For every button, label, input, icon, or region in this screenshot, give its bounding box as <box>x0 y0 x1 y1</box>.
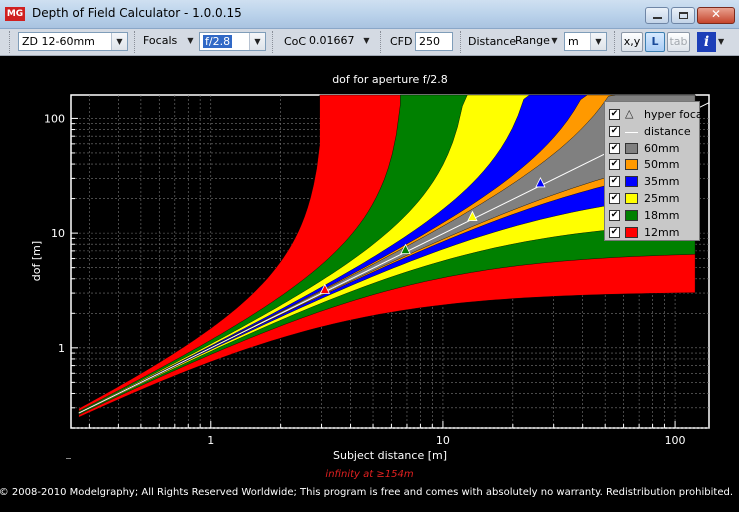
toolbar-separator <box>614 31 619 53</box>
chevron-down-icon: ▼ <box>249 33 265 50</box>
toolbar-separator <box>272 31 277 53</box>
info-button[interactable]: i <box>697 32 716 52</box>
chart-legend: ✔ △ hyper focal ✔ distance ✔ 60mm ✔ 50mm ✔ 35mm ✔ 25… <box>604 101 706 241</box>
chart-title: dof for aperture f/2.8 <box>332 73 448 86</box>
minimize-button[interactable] <box>645 7 669 24</box>
coc-select-value: 0.01667 <box>309 34 355 47</box>
legend-label: hyper focal <box>644 108 706 121</box>
unit-select-value: m <box>568 35 579 48</box>
x-tick-label: 1 <box>207 434 214 447</box>
lens-select-value: ZD 12-60mm <box>22 35 95 48</box>
cfd-input[interactable]: 250 <box>415 32 453 51</box>
chevron-down-icon: ▼ <box>111 33 127 50</box>
window-title: Depth of Field Calculator - 1.0.0.15 <box>32 6 242 20</box>
legend-item-distance[interactable]: ✔ distance <box>609 124 699 140</box>
legend-item-hyper-focal[interactable]: ✔ △ hyper focal <box>609 107 706 123</box>
legend-item-12mm[interactable]: ✔ 12mm <box>609 225 699 241</box>
color-swatch <box>625 176 638 188</box>
y-tick-label: 1 <box>58 342 65 355</box>
infinity-note: infinity at ≥154m <box>325 469 414 480</box>
coc-label: CoC <box>284 35 307 48</box>
minimize-icon <box>653 17 662 19</box>
maximize-icon <box>679 12 688 19</box>
x-tick-label: 100 <box>665 434 686 447</box>
color-swatch <box>625 159 638 171</box>
legend-checkbox[interactable]: ✔ <box>609 226 620 238</box>
mode-select-value: Focals <box>143 34 178 47</box>
toolbar-separator <box>380 31 385 53</box>
legend-checkbox[interactable]: ✔ <box>609 176 620 188</box>
aperture-select-value: f/2.8 <box>203 35 233 48</box>
triangle-marker-icon: △ <box>625 107 634 120</box>
dof-bands <box>78 94 696 418</box>
legend-label: 50mm <box>644 158 680 172</box>
legend-checkbox[interactable]: ✔ <box>609 142 620 154</box>
distance-mode-value: Range <box>515 34 550 47</box>
color-swatch <box>625 193 638 204</box>
toolbar-separator <box>134 31 139 53</box>
copyright-text: © 2008-2010 Modelgraphy; All Rights Rese… <box>0 487 733 498</box>
coc-select[interactable]: 0.01667 ▼ <box>306 32 374 51</box>
close-icon: ✕ <box>710 7 722 21</box>
legend-checkbox[interactable]: ✔ <box>609 109 620 120</box>
legend-label: 25mm <box>644 192 680 205</box>
chevron-down-icon: ▼ <box>590 33 606 50</box>
tab-button[interactable]: tab <box>667 32 690 52</box>
maximize-button[interactable] <box>671 7 695 24</box>
color-swatch <box>625 226 638 238</box>
y-tick-label: 10 <box>51 227 65 240</box>
l-toggle-button[interactable]: L <box>645 32 665 52</box>
legend-label: 18mm <box>644 208 680 222</box>
y-tick-label: 100 <box>44 112 65 125</box>
unit-select[interactable]: m ▼ <box>564 32 607 51</box>
toolbar-grip[interactable] <box>9 31 14 53</box>
legend-item-50mm[interactable]: ✔ 50mm <box>609 157 699 173</box>
close-button[interactable]: ✕ <box>697 7 735 24</box>
title-bar[interactable]: MG Depth of Field Calculator - 1.0.0.15 … <box>0 0 739 29</box>
legend-label: 12mm <box>644 225 680 239</box>
x-tick-label: 10 <box>436 434 450 447</box>
lens-select[interactable]: ZD 12-60mm ▼ <box>18 32 128 51</box>
divider <box>66 458 71 459</box>
legend-label: 35mm <box>644 175 680 189</box>
toolbar: ZD 12-60mm ▼ Focals ▼ f/2.8 ▼ CoC 0.0166… <box>0 29 739 56</box>
legend-item-60mm[interactable]: ✔ 60mm <box>609 141 699 157</box>
chevron-down-icon: ▼ <box>187 36 194 45</box>
line-swatch-icon <box>625 131 638 133</box>
legend-item-25mm[interactable]: ✔ 25mm <box>609 191 699 207</box>
legend-label: distance <box>644 124 691 138</box>
distance-mode-select[interactable]: Range ▼ <box>512 32 562 51</box>
xy-button[interactable]: x,y <box>621 32 643 52</box>
y-axis-label: dof [m] <box>30 241 43 281</box>
aperture-select[interactable]: f/2.8 ▼ <box>199 32 266 51</box>
legend-item-18mm[interactable]: ✔ 18mm <box>609 208 699 224</box>
app-logo-icon: MG <box>5 7 25 21</box>
legend-checkbox[interactable]: ✔ <box>609 193 620 204</box>
legend-checkbox[interactable]: ✔ <box>609 159 620 171</box>
legend-checkbox[interactable]: ✔ <box>609 209 620 221</box>
legend-item-35mm[interactable]: ✔ 35mm <box>609 174 699 190</box>
mode-select[interactable]: Focals ▼ <box>140 32 198 51</box>
chevron-down-icon: ▼ <box>551 36 558 45</box>
info-chevron-down-icon[interactable]: ▼ <box>718 37 724 46</box>
x-axis-label: Subject distance [m] <box>333 449 447 462</box>
legend-checkbox[interactable]: ✔ <box>609 125 620 137</box>
distance-label: Distance <box>468 35 517 48</box>
cfd-label: CFD <box>390 35 413 48</box>
toolbar-separator <box>460 31 465 53</box>
color-swatch <box>625 209 638 221</box>
legend-label: 60mm <box>644 141 680 155</box>
chevron-down-icon: ▼ <box>363 36 370 45</box>
color-swatch <box>625 142 638 154</box>
app-window: MG Depth of Field Calculator - 1.0.0.15 … <box>0 0 739 508</box>
